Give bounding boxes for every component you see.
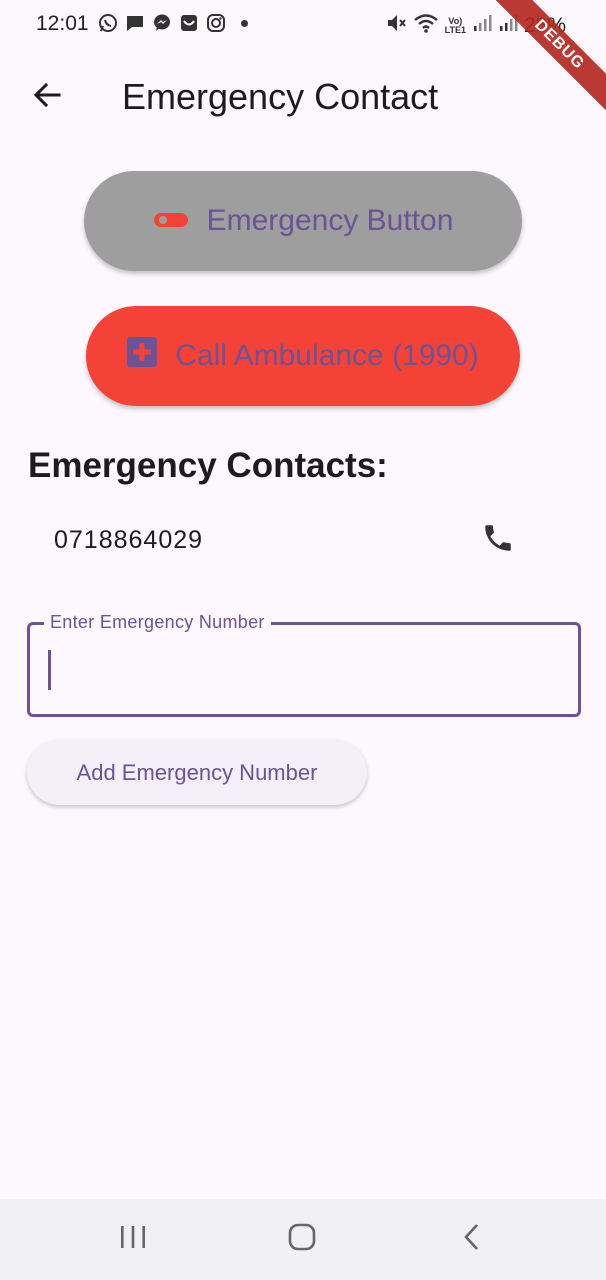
emergency-number-label: Enter Emergency Number	[44, 612, 271, 633]
notification-icons	[98, 13, 248, 33]
back-chevron-icon	[460, 1222, 484, 1257]
toggle-icon	[153, 204, 189, 238]
contacts-heading: Emergency Contacts:	[28, 446, 388, 485]
recents-button[interactable]	[111, 1219, 155, 1259]
add-emergency-number-label: Add Emergency Number	[76, 759, 318, 785]
add-emergency-number-button[interactable]: Add Emergency Number	[27, 740, 367, 805]
lte-label-bottom: LTE1	[444, 24, 466, 35]
more-notifications-dot	[241, 19, 248, 27]
messenger-icon	[152, 13, 172, 33]
call-contact-button[interactable]	[478, 520, 518, 560]
signal-icon	[472, 13, 492, 38]
back-button[interactable]	[24, 74, 70, 120]
medical-plus-icon	[127, 337, 158, 375]
inbox-icon	[179, 13, 199, 33]
emergency-number-field[interactable]: Enter Emergency Number	[27, 612, 581, 717]
system-back-button[interactable]	[450, 1219, 494, 1259]
app-bar: Emergency Contact	[0, 60, 606, 132]
whatsapp-icon	[98, 13, 118, 33]
wifi-icon	[413, 12, 439, 39]
emergency-button-label: Emergency Button	[206, 204, 454, 237]
page-title: Emergency Contact	[122, 76, 439, 117]
status-time: 12:01	[36, 12, 89, 35]
screen: 12:01 Vo) LTE1 DEBUG Emergency Contact E…	[0, 0, 606, 1280]
message-icon	[125, 13, 145, 33]
text-cursor	[48, 650, 51, 690]
system-nav-bar	[0, 1199, 606, 1280]
mute-icon	[385, 12, 407, 39]
contact-number: 0718864029	[54, 526, 204, 554]
instagram-icon	[206, 13, 226, 33]
emergency-number-input[interactable]	[54, 645, 558, 695]
lte-indicator: Vo) LTE1	[444, 16, 466, 35]
arrow-back-icon	[31, 79, 63, 116]
recents-icon	[118, 1224, 148, 1255]
list-item[interactable]: 0718864029	[0, 506, 606, 574]
call-ambulance-button[interactable]: Call Ambulance (1990)	[86, 306, 520, 406]
home-icon	[287, 1222, 317, 1257]
call-ambulance-label: Call Ambulance (1990)	[175, 339, 479, 372]
home-button[interactable]	[280, 1219, 324, 1259]
phone-icon	[481, 521, 515, 560]
emergency-button[interactable]: Emergency Button	[84, 171, 522, 271]
